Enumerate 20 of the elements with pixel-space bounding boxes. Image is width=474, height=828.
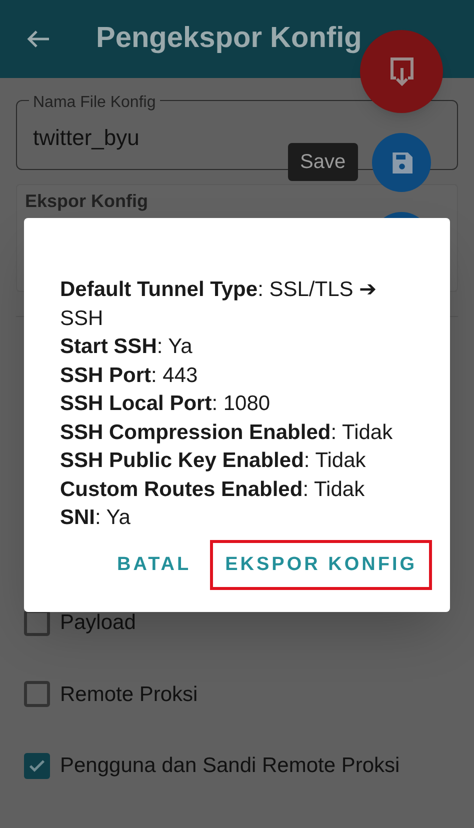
dialog-line: Default Tunnel Type: SSL/TLS ➔ SSH: [60, 277, 378, 332]
dialog-button[interactable]: EKSPOR KONFIG: [210, 540, 432, 590]
dialog-line: SSH Public Key Enabled: Tidak: [60, 448, 367, 474]
checkbox[interactable]: [24, 752, 50, 779]
dialog-line: SSH Port: 443: [60, 362, 199, 388]
dialog-line: SNI: Ya: [60, 505, 132, 531]
field-value: twitter_byu: [33, 124, 140, 152]
option-label: Pengguna dan Sandi Remote Proksi: [60, 753, 400, 779]
dialog-button[interactable]: BATAL: [108, 540, 200, 590]
import-icon: [388, 56, 414, 88]
checkbox[interactable]: [24, 681, 50, 708]
card-title: Ekspor Konfig: [25, 191, 148, 211]
option-label: Payload: [60, 610, 136, 636]
dialog-line: Custom Routes Enabled: Tidak: [60, 476, 366, 502]
dialog-line: SSH Compression Enabled: Tidak: [60, 420, 394, 446]
save-tooltip: Save: [288, 143, 358, 181]
screen-title: Pengekspor Konfig: [96, 21, 362, 56]
dialog-line: Start SSH: Ya: [60, 334, 194, 360]
option-label: Remote Proksi: [60, 682, 198, 708]
dialog-line: SSH Local Port: 1080: [60, 391, 272, 417]
